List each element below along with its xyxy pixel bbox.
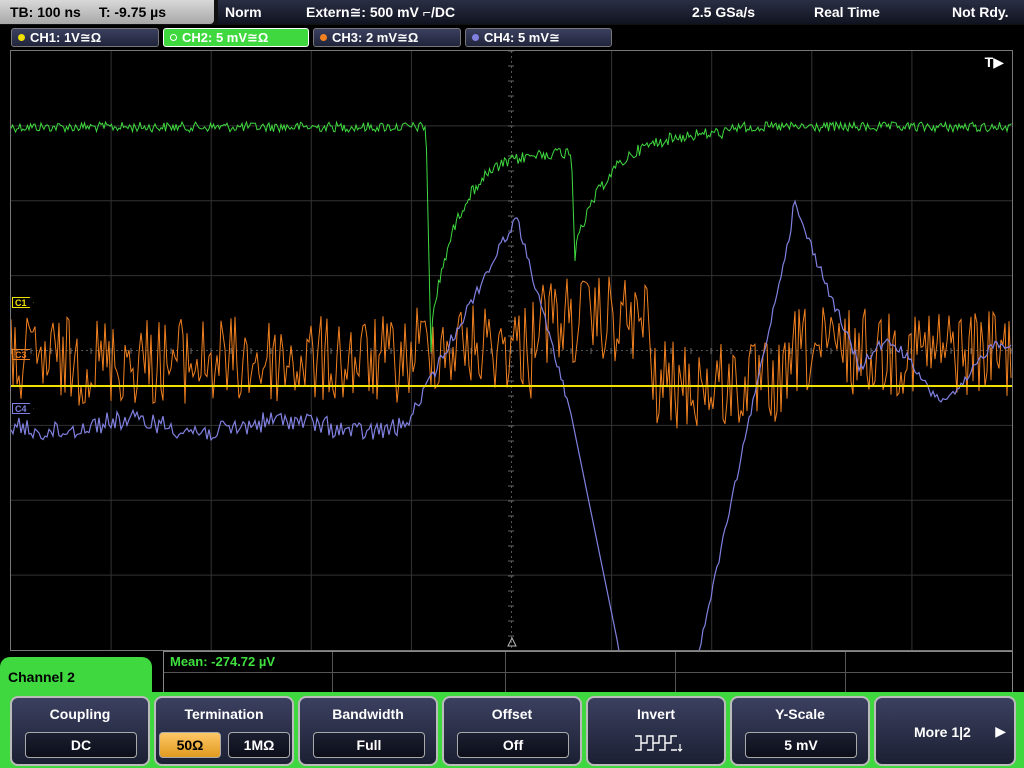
channel-3-color-dot	[320, 34, 327, 41]
status-bar: TB: 100 ns T: -9.75 µs Norm Extern≅: 500 …	[0, 0, 1024, 25]
measurement-divider	[332, 652, 333, 692]
trigger-info-bar[interactable]: Norm Extern≅: 500 mV ⌐/DC 2.5 GSa/s Real…	[218, 0, 1024, 24]
measurement-panel: Mean: -274.72 µV	[163, 651, 1013, 693]
time-position-readout: T: -9.75 µs	[98, 4, 167, 20]
softkey-bar: Coupling DC Termination 50Ω 1MΩ Bandwidt…	[0, 692, 1024, 768]
y-scale-softkey[interactable]: Y-Scale 5 mV	[730, 696, 870, 766]
acquisition-status: Not Rdy.	[952, 4, 1009, 20]
measurement-divider	[505, 652, 506, 692]
termination-softkey[interactable]: Termination 50Ω 1MΩ	[154, 696, 294, 766]
channel-4-color-dot	[472, 34, 479, 41]
channel-4-offset-marker[interactable]: C4	[12, 403, 34, 414]
termination-1mohm-option[interactable]: 1MΩ	[228, 732, 290, 758]
more-label: More 1|2	[914, 724, 971, 740]
channel-1-label: CH1: 1V≅Ω	[30, 30, 102, 45]
channel-1-chip[interactable]: CH1: 1V≅Ω	[11, 28, 159, 47]
channel-4-label: CH4: 5 mV≅	[484, 30, 560, 45]
offset-softkey[interactable]: Offset Off	[442, 696, 582, 766]
measurement-mean: Mean: -274.72 µV	[170, 654, 276, 669]
channel-4-chip[interactable]: CH4: 5 mV≅	[465, 28, 612, 47]
coupling-label: Coupling	[49, 706, 111, 722]
channel-bar: CH1: 1V≅Ω CH2: 5 mV≅Ω CH3: 2 mV≅Ω CH4: 5…	[0, 26, 1024, 48]
invert-label: Invert	[636, 706, 676, 722]
y-scale-label: Y-Scale	[775, 706, 825, 722]
measurement-divider	[845, 652, 846, 692]
termination-50ohm-option[interactable]: 50Ω	[159, 732, 221, 758]
sample-rate: 2.5 GSa/s	[692, 4, 756, 20]
coupling-value[interactable]: DC	[25, 732, 137, 758]
channel-2-chip[interactable]: CH2: 5 mV≅Ω	[163, 28, 309, 47]
waveform-display[interactable]: T▶ C1 C3 C4	[10, 50, 1013, 651]
measurement-divider	[675, 652, 676, 692]
bandwidth-softkey[interactable]: Bandwidth Full	[298, 696, 438, 766]
measurement-row	[164, 652, 1012, 673]
channel-3-chip[interactable]: CH3: 2 mV≅Ω	[313, 28, 461, 47]
channel-2-label: CH2: 5 mV≅Ω	[182, 30, 269, 45]
channel-1-offset-marker[interactable]: C1	[12, 297, 34, 308]
trigger-marker: T▶	[984, 54, 1004, 70]
channel-1-color-dot	[18, 34, 25, 41]
chevron-right-icon: ▶	[995, 723, 1006, 739]
waveform-plot	[11, 51, 1012, 650]
invert-softkey[interactable]: Invert	[586, 696, 726, 766]
bandwidth-value[interactable]: Full	[313, 732, 425, 758]
more-softkey[interactable]: More 1|2 ▶	[874, 696, 1016, 766]
trigger-source: Extern≅: 500 mV ⌐/DC	[306, 4, 456, 20]
termination-label: Termination	[184, 706, 264, 722]
channel-3-label: CH3: 2 mV≅Ω	[332, 30, 419, 45]
bandwidth-label: Bandwidth	[332, 706, 404, 722]
coupling-softkey[interactable]: Coupling DC	[10, 696, 150, 766]
y-scale-value[interactable]: 5 mV	[745, 732, 857, 758]
channel-2-color-dot	[170, 34, 177, 41]
menu-title-tab: Channel 2	[0, 657, 152, 697]
timebase-box[interactable]: TB: 100 ns T: -9.75 µs	[0, 0, 214, 24]
trigger-mode: Norm	[225, 4, 262, 20]
acquisition-mode: Real Time	[814, 4, 880, 20]
offset-label: Offset	[491, 706, 533, 722]
channel-3-offset-marker[interactable]: C3	[12, 349, 34, 360]
timebase-readout: TB: 100 ns	[10, 4, 81, 20]
invert-icon	[601, 732, 713, 758]
offset-value[interactable]: Off	[457, 732, 569, 758]
